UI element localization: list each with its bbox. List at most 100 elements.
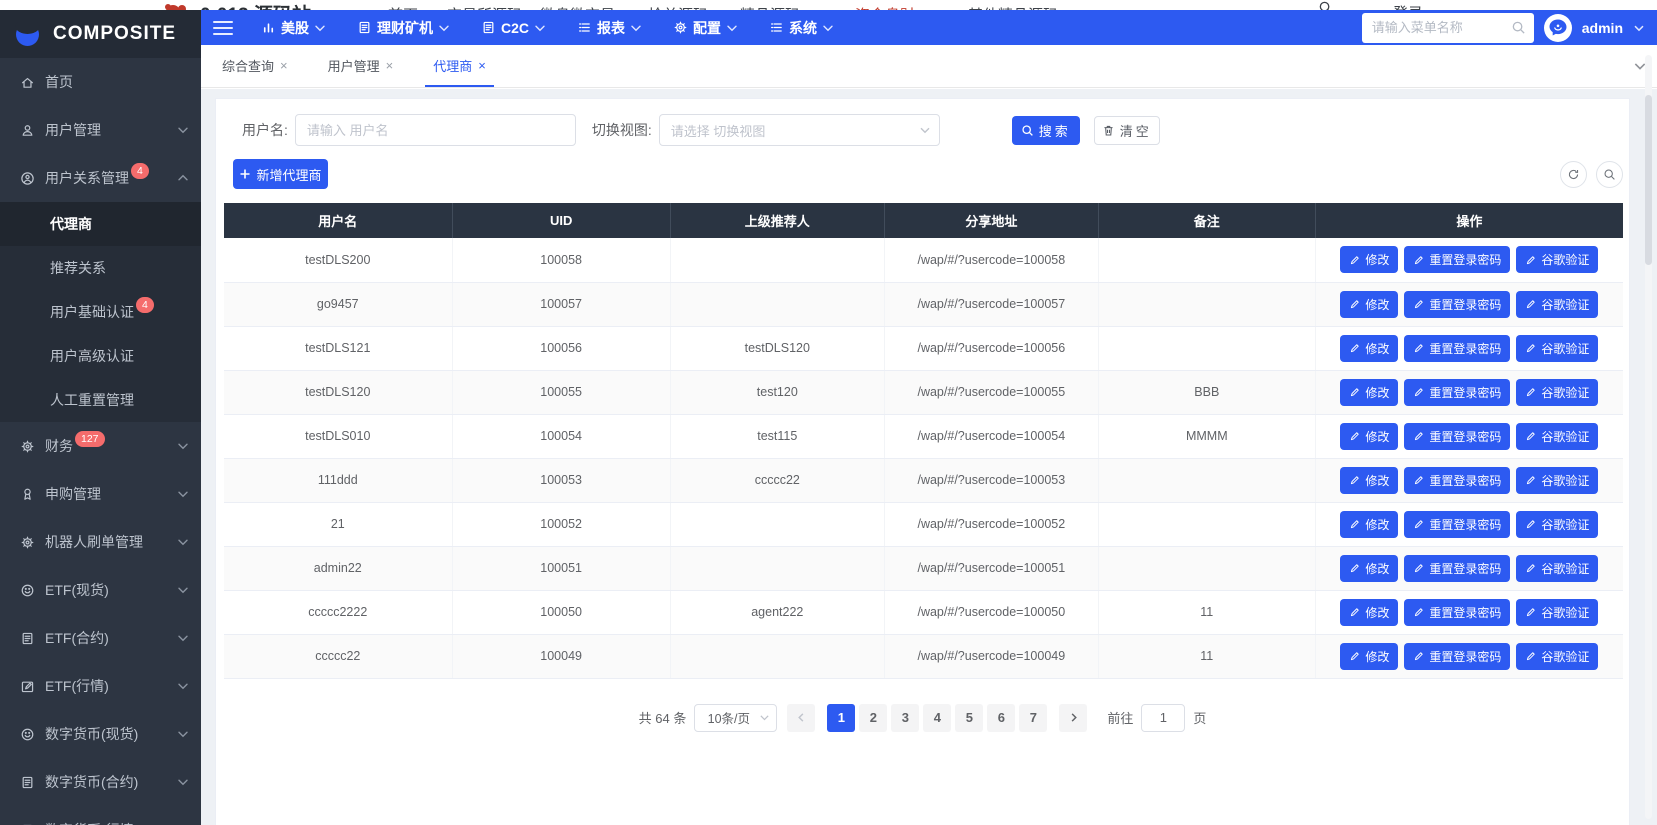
background-nav-link[interactable]: 其他精品源码 bbox=[968, 4, 1058, 10]
cell-remark bbox=[1098, 238, 1315, 282]
sidebar-subitem-recommend-relation[interactable]: 推荐关系 bbox=[0, 246, 201, 290]
google-auth-button[interactable]: 谷歌验证 bbox=[1516, 246, 1598, 273]
google-auth-button[interactable]: 谷歌验证 bbox=[1516, 511, 1598, 538]
prev-page-button[interactable] bbox=[787, 704, 815, 732]
edit-button[interactable]: 修改 bbox=[1340, 643, 1398, 670]
background-search-icon[interactable] bbox=[1318, 0, 1333, 10]
edit-button[interactable]: 修改 bbox=[1340, 423, 1398, 450]
next-page-button[interactable] bbox=[1059, 704, 1087, 732]
search-button[interactable]: 搜索 bbox=[1012, 116, 1080, 145]
sidebar-item-crypto-contract[interactable]: 数字货币(合约) bbox=[0, 758, 201, 806]
goto-page-input[interactable] bbox=[1141, 704, 1185, 732]
menu-search-input[interactable] bbox=[1362, 13, 1534, 43]
reset-password-button[interactable]: 重置登录密码 bbox=[1404, 511, 1510, 538]
column-search-button[interactable] bbox=[1596, 161, 1623, 188]
sidebar-item-finance[interactable]: 财务127 bbox=[0, 422, 201, 470]
switch-view-select[interactable]: 请选择 切换视图 bbox=[659, 114, 940, 146]
clear-button[interactable]: 清空 bbox=[1094, 116, 1160, 145]
sidebar-item-crypto-market[interactable]: 数字货币(行情) bbox=[0, 806, 201, 825]
cell-uid: 100052 bbox=[452, 502, 670, 546]
google-auth-button[interactable]: 谷歌验证 bbox=[1516, 555, 1598, 582]
reset-password-button[interactable]: 重置登录密码 bbox=[1404, 599, 1510, 626]
navbar-menu-config[interactable]: 配置 bbox=[673, 18, 738, 38]
background-nav-link[interactable]: 抢单源码 bbox=[648, 4, 708, 10]
close-icon[interactable]: × bbox=[478, 58, 486, 73]
reset-password-button[interactable]: 重置登录密码 bbox=[1404, 555, 1510, 582]
google-auth-button[interactable]: 谷歌验证 bbox=[1516, 423, 1598, 450]
edit-button[interactable]: 修改 bbox=[1340, 599, 1398, 626]
sidebar-item-user-relation-management[interactable]: 用户关系管理4 bbox=[0, 154, 201, 202]
sidebar-item-subscription-management[interactable]: 申购管理 bbox=[0, 470, 201, 518]
navbar-menu-system[interactable]: 系统 bbox=[769, 18, 834, 38]
avatar[interactable] bbox=[1544, 14, 1572, 42]
edit-button[interactable]: 修改 bbox=[1340, 467, 1398, 494]
navbar-menu-wealth-miner[interactable]: 理财矿机 bbox=[357, 18, 450, 38]
page-button-4[interactable]: 4 bbox=[923, 704, 951, 732]
cell-uid: 100058 bbox=[452, 238, 670, 282]
tab-agent[interactable]: 代理商× bbox=[425, 45, 494, 87]
sidebar-item-etf-contract[interactable]: ETF(合约) bbox=[0, 614, 201, 662]
edit-button[interactable]: 修改 bbox=[1340, 555, 1398, 582]
close-icon[interactable]: × bbox=[386, 58, 394, 73]
sidebar-item-home[interactable]: 首页 bbox=[0, 58, 201, 106]
google-auth-button[interactable]: 谷歌验证 bbox=[1516, 467, 1598, 494]
background-login-link[interactable]: 登录 bbox=[1393, 2, 1423, 10]
reset-password-button[interactable]: 重置登录密码 bbox=[1404, 423, 1510, 450]
tab-combined-query[interactable]: 综合查询× bbox=[214, 45, 296, 87]
add-agent-button[interactable]: 新增代理商 bbox=[233, 159, 328, 189]
sidebar-item-user-management[interactable]: 用户管理 bbox=[0, 106, 201, 154]
google-auth-button[interactable]: 谷歌验证 bbox=[1516, 335, 1598, 362]
page-button-6[interactable]: 6 bbox=[987, 704, 1015, 732]
reset-password-button[interactable]: 重置登录密码 bbox=[1404, 291, 1510, 318]
sidebar-item-robot-order-management[interactable]: 机器人刷单管理 bbox=[0, 518, 201, 566]
page-size-select[interactable]: 10条/页 bbox=[694, 704, 777, 732]
edit-button[interactable]: 修改 bbox=[1340, 335, 1398, 362]
page-button-2[interactable]: 2 bbox=[859, 704, 887, 732]
close-icon[interactable]: × bbox=[280, 58, 288, 73]
reset-password-button[interactable]: 重置登录密码 bbox=[1404, 335, 1510, 362]
background-nav-link[interactable]: 首页 bbox=[388, 4, 418, 10]
google-auth-button[interactable]: 谷歌验证 bbox=[1516, 599, 1598, 626]
user-chevron-down-icon[interactable] bbox=[1633, 22, 1645, 34]
sidebar-item-crypto-spot[interactable]: 数字货币(现货) bbox=[0, 710, 201, 758]
sidebar-item-etf-spot[interactable]: ETF(现货) bbox=[0, 566, 201, 614]
edit-button[interactable]: 修改 bbox=[1340, 511, 1398, 538]
background-nav-link[interactable]: 资金盘财 ∨ bbox=[855, 4, 930, 10]
hamburger-icon[interactable] bbox=[213, 21, 233, 35]
page-button-7[interactable]: 7 bbox=[1019, 704, 1047, 732]
page-button-5[interactable]: 5 bbox=[955, 704, 983, 732]
page-button-1[interactable]: 1 bbox=[827, 704, 855, 732]
sidebar-subitem-user-advanced-auth[interactable]: 用户高级认证 bbox=[0, 334, 201, 378]
background-nav-link[interactable]: 精品源码 ∨ bbox=[740, 4, 815, 10]
edit-button[interactable]: 修改 bbox=[1340, 246, 1398, 273]
background-nav-link[interactable]: 交易所源码 bbox=[447, 4, 522, 10]
background-nav-link[interactable]: 微盘微交易 bbox=[540, 4, 615, 10]
reset-password-button[interactable]: 重置登录密码 bbox=[1404, 467, 1510, 494]
refresh-button[interactable] bbox=[1560, 161, 1587, 188]
cell-referrer bbox=[670, 502, 884, 546]
search-icon[interactable] bbox=[1511, 20, 1526, 35]
google-auth-button[interactable]: 谷歌验证 bbox=[1516, 379, 1598, 406]
sidebar-subitem-agent[interactable]: 代理商 bbox=[0, 202, 201, 246]
reset-password-button[interactable]: 重置登录密码 bbox=[1404, 379, 1510, 406]
username-input[interactable] bbox=[295, 114, 576, 146]
sidebar-subitem-user-basic-auth[interactable]: 用户基础认证4 bbox=[0, 290, 201, 334]
navbar-menu-c2c[interactable]: C2C bbox=[481, 20, 546, 36]
chevron-down-icon bbox=[919, 124, 931, 136]
google-auth-button[interactable]: 谷歌验证 bbox=[1516, 643, 1598, 670]
navbar-menu-us-stock[interactable]: 美股 bbox=[261, 18, 326, 38]
scrollbar-thumb[interactable] bbox=[1645, 95, 1652, 265]
reset-password-button[interactable]: 重置登录密码 bbox=[1404, 246, 1510, 273]
google-auth-button[interactable]: 谷歌验证 bbox=[1516, 291, 1598, 318]
edit-button[interactable]: 修改 bbox=[1340, 379, 1398, 406]
sidebar-menu: 首页用户管理用户关系管理4代理商推荐关系用户基础认证4用户高级认证人工重置管理财… bbox=[0, 58, 201, 825]
cell-share-url: /wap/#/?usercode=100051 bbox=[884, 546, 1098, 590]
sidebar-item-etf-market[interactable]: ETF(行情) bbox=[0, 662, 201, 710]
tab-user-management[interactable]: 用户管理× bbox=[320, 45, 402, 87]
edit-button[interactable]: 修改 bbox=[1340, 291, 1398, 318]
username[interactable]: admin bbox=[1582, 20, 1623, 36]
reset-password-button[interactable]: 重置登录密码 bbox=[1404, 643, 1510, 670]
page-button-3[interactable]: 3 bbox=[891, 704, 919, 732]
sidebar-subitem-manual-reset-management[interactable]: 人工重置管理 bbox=[0, 378, 201, 422]
navbar-menu-report[interactable]: 报表 bbox=[577, 18, 642, 38]
